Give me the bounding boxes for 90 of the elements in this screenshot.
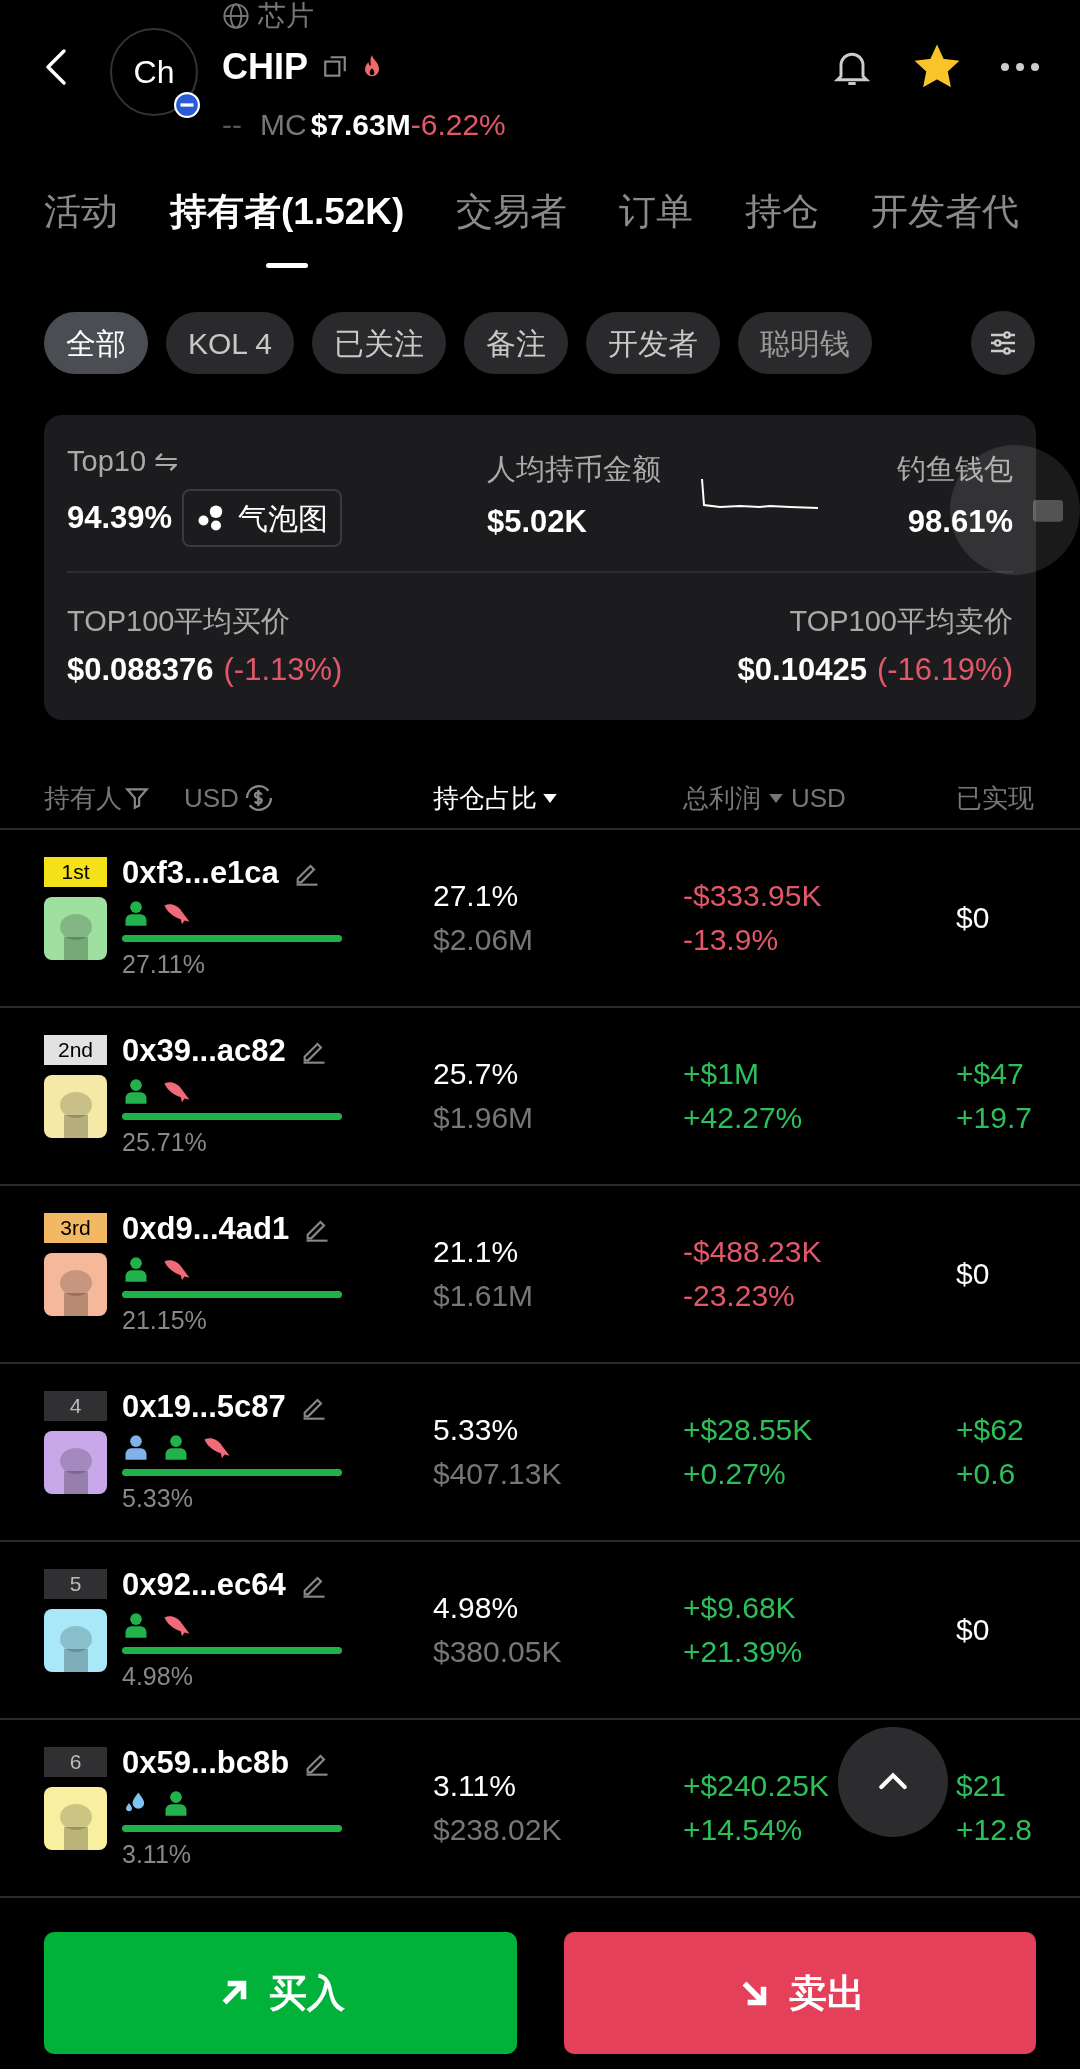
avg-holding-value: $5.02K [487,503,588,541]
holder-column-header: 持有人 [44,781,122,815]
holding-percent: 21.1% [433,1234,520,1270]
profit-currency-label: USD [791,781,846,815]
holding-percent: 27.1% [433,878,520,914]
share-column-header[interactable]: 持仓占比 [433,778,537,818]
realized-value: +$47 [956,1056,1024,1092]
rank-badge: 5 [44,1568,107,1599]
holding-value: $1.96M [433,1100,535,1136]
share-percent: 25.71% [122,1126,208,1158]
avg-holding-label: 人均持币金额 [487,452,662,487]
token-avatar-text: Ch [133,53,175,92]
filter-chip[interactable]: KOL 4 [166,312,294,374]
profit-percent: -13.9% [683,922,779,958]
wallet-address[interactable]: 0xd9...4ad1 [122,1208,290,1249]
profit-value: +$28.55K [683,1412,813,1448]
profit-value: -$333.95K [683,878,822,914]
holding-percent: 5.33% [433,1412,520,1448]
placeholder-dashes: -- [222,107,242,143]
realized-value: +0.6 [956,1456,1016,1492]
wallet-address[interactable]: 0x92...ec64 [122,1564,286,1605]
currency-label: USD [184,781,239,815]
profit-percent: -23.23% [683,1278,795,1314]
holding-percent: 4.98% [433,1590,520,1626]
avg-sell-price-label: TOP100平均卖价 [789,604,1013,639]
tab[interactable]: 开发者代 [871,190,1020,268]
tab[interactable]: 持仓 [745,190,820,268]
profit-column-header[interactable]: 总利润 [683,778,761,818]
holding-value: $238.02K [433,1812,563,1848]
filter-chip[interactable]: 聪明钱 [737,312,872,374]
phishing-wallet-value: 98.61% [907,503,1013,541]
share-percent: 3.11% [122,1838,193,1870]
holding-percent: 25.7% [433,1056,520,1092]
profit-percent: +42.27% [683,1100,803,1136]
filter-chip[interactable]: 开发者 [585,312,720,374]
profit-percent: +14.54% [683,1812,803,1848]
rank-badge: 2nd [44,1034,107,1065]
avg-sell-price-change: (-16.19%) [876,651,1013,689]
holding-value: $1.61M [433,1278,535,1314]
holding-value: $407.13K [433,1456,563,1492]
holding-value: $380.05K [433,1634,563,1670]
rank-badge: 4 [44,1390,107,1421]
rank-badge: 6 [44,1746,107,1777]
profit-value: +$9.68K [683,1590,796,1626]
profit-value: +$240.25K [683,1768,829,1804]
sell-button[interactable]: 卖出 [563,1932,1036,2054]
market-cap-value: $7.63M [310,107,411,143]
top10-value: 94.39% [67,498,173,537]
wallet-address[interactable]: 0x59...bc8b [122,1742,290,1783]
rank-badge: 1st [44,856,107,887]
bubble-chart-button[interactable]: 气泡图 [182,489,343,547]
profit-percent: +0.27% [683,1456,786,1492]
share-percent: 27.11% [122,948,206,980]
avg-buy-price-value: $0.088376 [67,651,214,689]
category-label: 芯片 [258,2,314,30]
filter-chip[interactable]: 已关注 [311,312,446,374]
share-percent: 21.15% [122,1304,208,1336]
holding-percent: 3.11% [433,1768,517,1804]
top10-label: Top10 ⇋ [67,444,180,479]
token-symbol: CHIP [222,45,308,89]
avg-buy-price-label: TOP100平均买价 [67,604,291,639]
tab[interactable]: 交易者 [456,190,568,268]
tab[interactable]: 订单 [619,190,694,268]
profit-value: -$488.23K [683,1234,822,1270]
filter-chip[interactable]: 备注 [463,312,568,374]
wallet-address[interactable]: 0xf3...e1ca [122,852,279,893]
realized-value: $0 [956,900,990,936]
realized-value: $0 [956,1612,990,1648]
rank-badge: 3rd [44,1212,107,1243]
avg-buy-price-change: (-1.13%) [223,651,343,689]
wallet-address[interactable]: 0x19...5c87 [122,1386,286,1427]
realized-value: +12.8 [956,1812,1032,1848]
mc-label: MC [260,107,307,143]
realized-value: +$62 [956,1412,1024,1448]
profit-value: +$1M [683,1056,759,1092]
profit-percent: +21.39% [683,1634,803,1670]
wallet-address[interactable]: 0x39...ac82 [122,1030,286,1071]
holding-value: $2.06M [433,922,535,958]
realized-value: $0 [956,1256,990,1292]
share-percent: 5.33% [122,1482,194,1514]
market-cap-change: -6.22% [410,107,506,143]
realized-value: $21 [956,1768,1007,1804]
filter-chip[interactable]: 全部 [44,312,148,374]
realized-value: +19.7 [956,1100,1032,1136]
realized-column-header[interactable]: 已实现 [956,778,1034,818]
phishing-wallet-label: 钓鱼钱包 [897,452,1013,487]
share-percent: 4.98% [122,1660,194,1692]
tab[interactable]: 活动 [44,190,118,268]
avg-sell-price-value: $0.10425 [737,651,867,689]
tab[interactable]: 持有者(1.52K) [170,190,405,268]
